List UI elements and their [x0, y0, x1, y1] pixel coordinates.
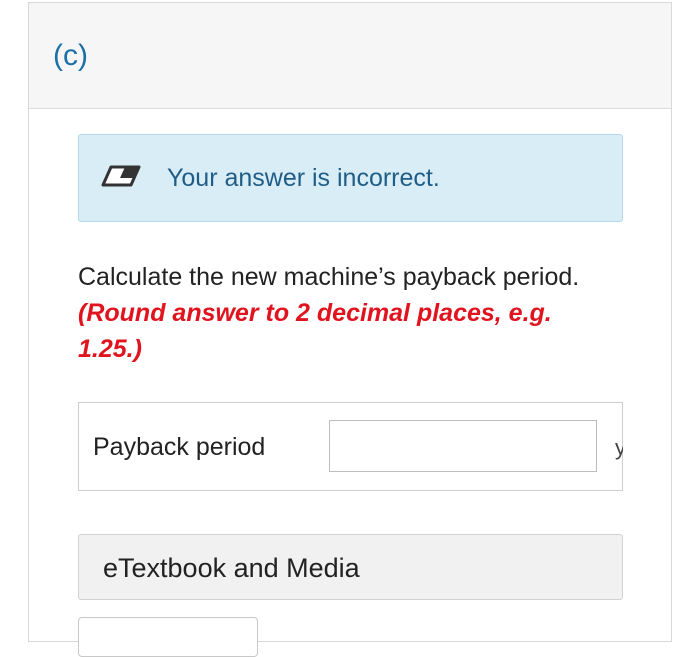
payback-period-label: Payback period: [93, 433, 266, 461]
answer-row: Payback period y: [78, 402, 623, 491]
etextbook-media-button[interactable]: eTextbook and Media: [78, 534, 623, 600]
rounding-hint: (Round answer to 2 decimal places, e.g. …: [78, 299, 552, 363]
eraser-icon: [101, 165, 141, 187]
question-card: (c) Your answer is incorrect. Calculate …: [28, 2, 672, 657]
unit-label: y: [615, 435, 623, 460]
question-text: Calculate the new machine’s payback peri…: [78, 259, 608, 367]
feedback-text: Your answer is incorrect.: [167, 164, 440, 192]
partial-button[interactable]: [78, 617, 258, 657]
payback-period-input[interactable]: [329, 420, 597, 472]
feedback-banner: Your answer is incorrect.: [78, 134, 623, 222]
etextbook-media-label: eTextbook and Media: [103, 553, 360, 583]
card-header: (c): [29, 3, 671, 109]
question-prompt: Calculate the new machine’s payback peri…: [78, 263, 580, 291]
part-label: (c): [53, 39, 88, 72]
